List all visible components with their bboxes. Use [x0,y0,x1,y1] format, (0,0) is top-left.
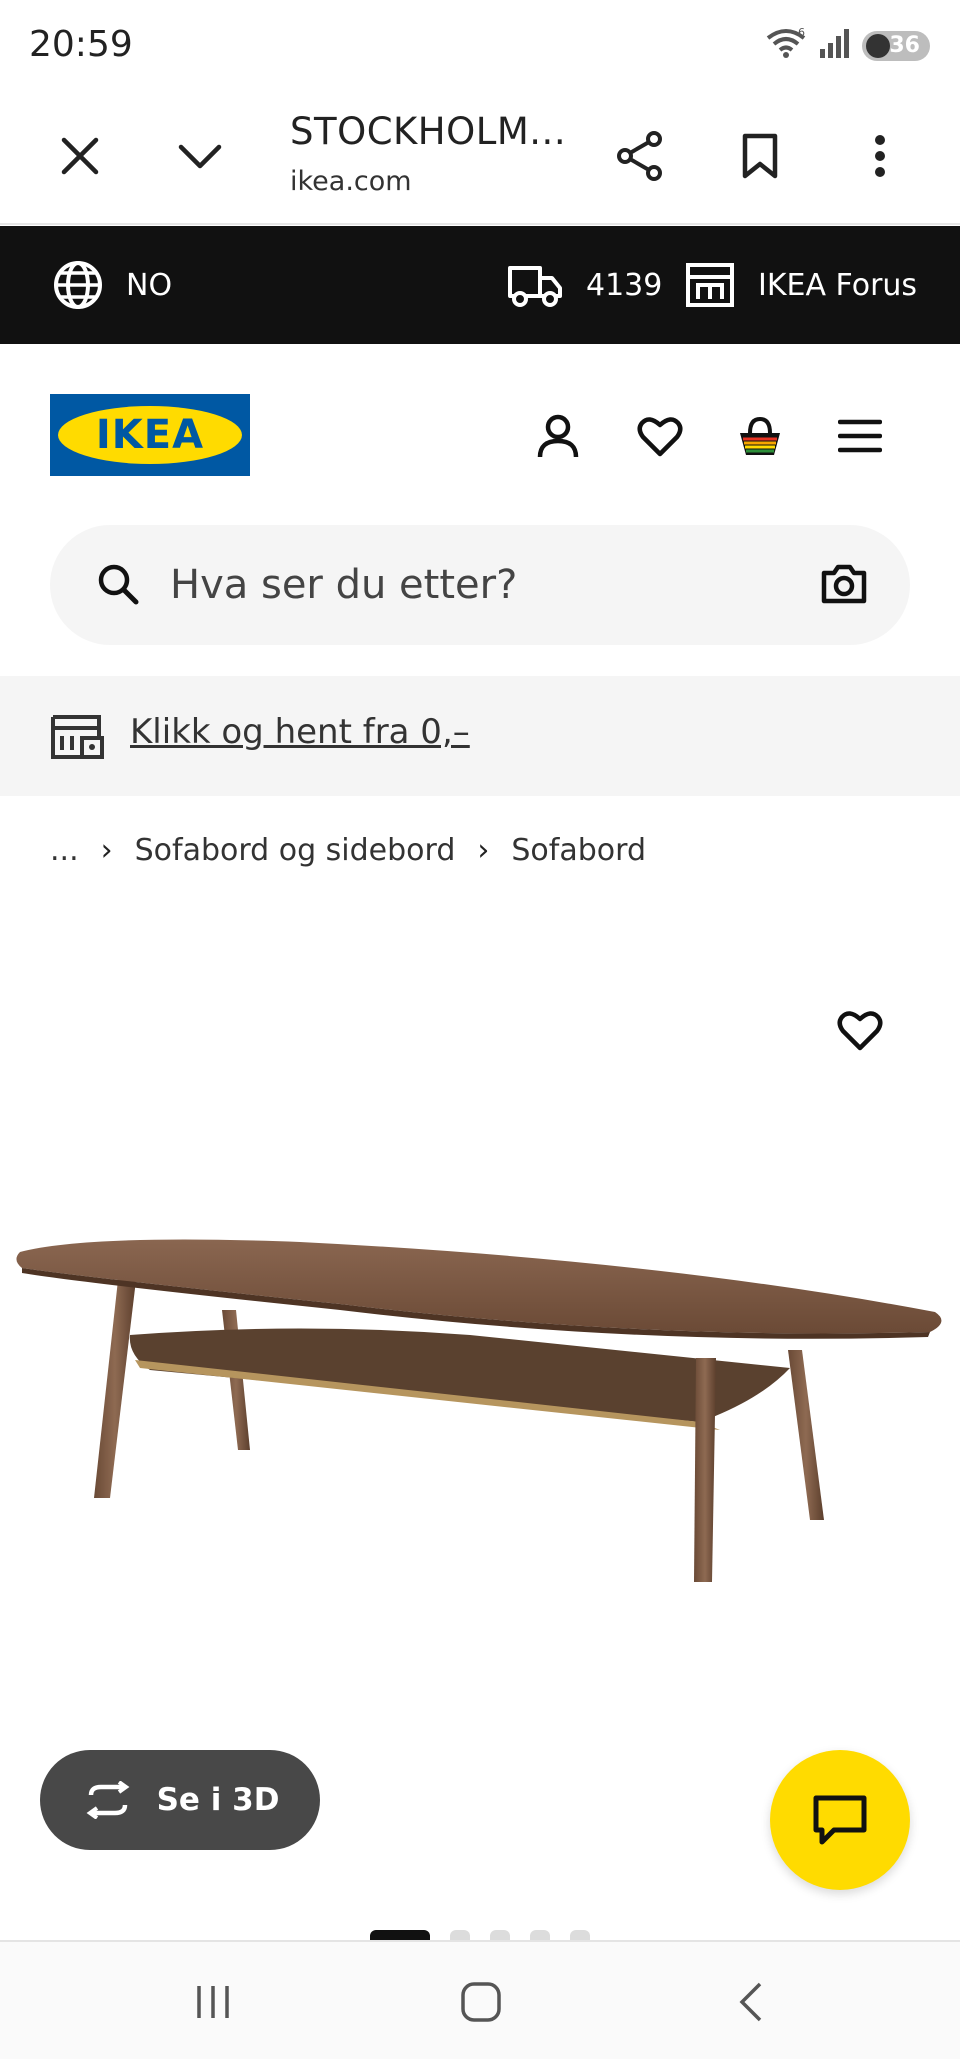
rotate-3d-icon [86,1781,130,1819]
store-icon [686,263,734,307]
more-vert-icon[interactable] [844,120,916,192]
system-nav-bar [0,1940,960,2059]
wifi-badge: 6 [798,26,805,39]
wifi-icon: 6 [764,26,808,65]
browser-toolbar: STOCKHOLM... ikea.com [0,90,960,225]
breadcrumb: ... › Sofabord og sidebord › Sofabord [50,828,646,872]
store-pickup-icon [50,714,106,765]
view-in-3d-label: Se i 3D [156,1782,280,1818]
store-selector[interactable]: IKEA Forus [684,226,917,344]
bookmark-icon[interactable] [724,120,796,192]
profile-icon[interactable] [522,400,594,472]
chevron-right-icon: › [477,832,490,868]
back-icon[interactable] [711,1967,791,2037]
ikea-logo[interactable]: IKEA [50,394,250,476]
search-icon[interactable] [96,562,140,611]
search-input[interactable] [170,551,730,619]
recent-apps-icon[interactable] [173,1967,253,2037]
click-and-collect-link[interactable]: Klikk og hent fra 0,– [130,712,470,752]
status-icons: 6 36 [764,26,930,65]
logo-text: IKEA [95,412,205,458]
postcode-label: 4139 [586,267,663,303]
page-title[interactable]: STOCKHOLM... [290,110,566,153]
menu-icon[interactable] [824,400,896,472]
battery-level: 36 [889,33,920,58]
chevron-down-icon[interactable] [164,120,236,192]
share-icon[interactable] [604,120,676,192]
language-selector[interactable]: NO [52,226,172,344]
chevron-right-icon: › [100,832,113,868]
breadcrumb-item-sofabord[interactable]: Sofabord [511,833,646,868]
heart-icon[interactable] [624,400,696,472]
breadcrumb-item-sofabord-og-sidebord[interactable]: Sofabord og sidebord [135,833,456,868]
view-in-3d-button[interactable]: Se i 3D [40,1750,320,1850]
battery-saver-icon [866,33,890,58]
home-icon[interactable] [441,1967,521,2037]
chat-button[interactable] [770,1750,910,1890]
delivery-postcode[interactable]: 4139 [506,226,662,344]
store-label: IKEA Forus [758,267,918,303]
status-bar: 20:59 6 36 [0,0,960,90]
cart-icon[interactable] [724,400,796,472]
chat-icon [813,1795,867,1845]
battery-indicator: 36 [862,30,930,61]
globe-icon [54,261,102,309]
page-url[interactable]: ikea.com [290,166,412,197]
search-bar[interactable] [50,525,910,645]
breadcrumb-ellipsis[interactable]: ... [50,833,79,868]
status-time: 20:59 [29,24,133,65]
top-info-strip: NO 4139 IKEA Forus [0,226,960,344]
product-image[interactable] [0,1200,960,1620]
click-and-collect-banner: Klikk og hent fra 0,– [0,676,960,796]
truck-icon [508,266,562,307]
language-label: NO [126,267,173,303]
signal-icon [818,27,852,64]
camera-icon[interactable] [820,563,868,610]
favourite-icon[interactable] [824,994,896,1066]
close-icon[interactable] [44,120,116,192]
